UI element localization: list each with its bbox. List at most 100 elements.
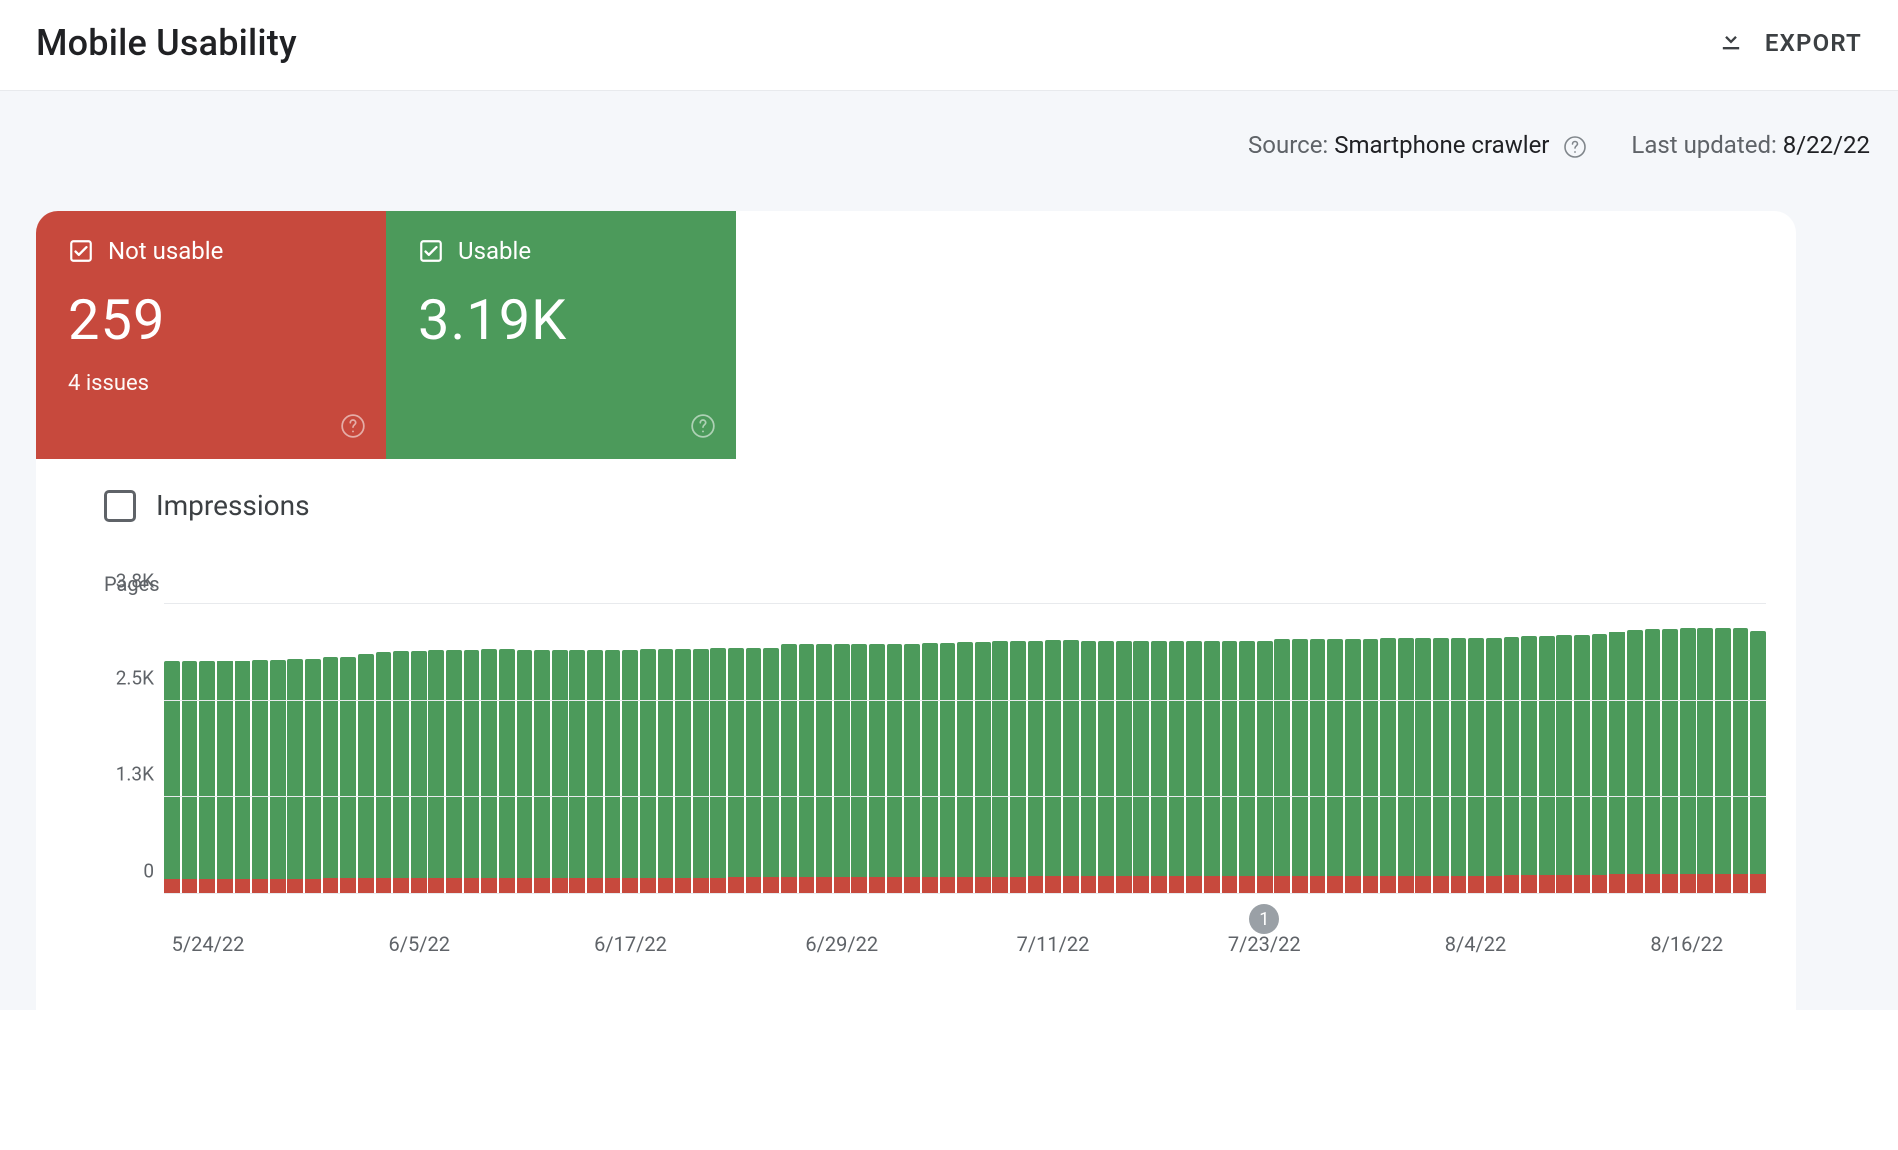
chart-bar[interactable] — [1556, 635, 1572, 894]
chart-bar[interactable] — [1116, 641, 1132, 894]
chart-bar[interactable] — [428, 650, 444, 894]
help-icon[interactable] — [340, 413, 366, 443]
chart-bar[interactable] — [799, 644, 815, 894]
chart-bar[interactable] — [1151, 641, 1167, 894]
chart-bar[interactable] — [1274, 639, 1290, 894]
chart-bar[interactable] — [587, 650, 603, 894]
chart-bar[interactable] — [887, 644, 903, 894]
tile-not-usable[interactable]: Not usable 259 4 issues — [36, 211, 386, 459]
chart-bar[interactable] — [1133, 641, 1149, 894]
chart-bar[interactable] — [1715, 628, 1731, 894]
chart-bar[interactable] — [658, 649, 674, 894]
chart-bar[interactable] — [569, 650, 585, 894]
chart-bar[interactable] — [552, 650, 568, 894]
chart-bar[interactable] — [834, 644, 850, 894]
chart-bar[interactable] — [1486, 638, 1502, 894]
chart-bar[interactable] — [305, 659, 321, 894]
chart-bar[interactable] — [340, 657, 356, 894]
chart-bar[interactable] — [1363, 639, 1379, 894]
chart-bar[interactable] — [411, 651, 427, 894]
chart-bar[interactable] — [710, 648, 726, 894]
chart-bar[interactable] — [393, 651, 409, 894]
chart-bar[interactable] — [1733, 628, 1749, 894]
chart-bar[interactable] — [940, 643, 956, 894]
chart-bar[interactable] — [1662, 629, 1678, 894]
chart-bar[interactable] — [1081, 641, 1097, 894]
chart-bar[interactable] — [1574, 635, 1590, 894]
chart-bar[interactable] — [1327, 639, 1343, 894]
chart-bar[interactable] — [481, 649, 497, 894]
chart-bar[interactable] — [781, 644, 797, 894]
chart-bar[interactable] — [975, 642, 991, 894]
chart-bar[interactable] — [1592, 634, 1608, 894]
chart-bar[interactable] — [287, 659, 303, 894]
chart-bar[interactable] — [358, 654, 374, 894]
help-icon[interactable] — [1563, 135, 1587, 159]
chart-bar[interactable] — [1680, 628, 1696, 894]
chart-bar[interactable] — [728, 648, 744, 895]
chart-bar[interactable] — [376, 652, 392, 894]
chart-bar[interactable] — [992, 641, 1008, 894]
chart-bar[interactable] — [1415, 638, 1431, 894]
chart-plot-area[interactable]: 01.3K2.5K3.8K1 — [164, 604, 1766, 894]
export-button[interactable]: EXPORT — [1717, 26, 1862, 60]
bar-segment-usable — [992, 641, 1008, 877]
chart-bar[interactable] — [1468, 638, 1484, 894]
chart-bar[interactable] — [1539, 636, 1555, 894]
chart-bar[interactable] — [763, 648, 779, 894]
chart-bar[interactable] — [182, 661, 198, 894]
chart-bar[interactable] — [199, 661, 215, 894]
chart-bar[interactable] — [499, 649, 515, 894]
chart-bar[interactable] — [1645, 629, 1661, 894]
tile-usable[interactable]: Usable 3.19K — [386, 211, 736, 459]
chart-bar[interactable] — [252, 660, 268, 894]
chart-bar[interactable] — [1697, 628, 1713, 894]
chart-bar[interactable] — [1504, 637, 1520, 894]
help-icon[interactable] — [690, 413, 716, 443]
chart-bar[interactable] — [534, 650, 550, 894]
chart-bar[interactable] — [957, 642, 973, 894]
chart-bar[interactable] — [869, 644, 885, 894]
chart-bar[interactable] — [1380, 638, 1396, 894]
chart-bar[interactable] — [1186, 641, 1202, 894]
chart-bar[interactable] — [1098, 641, 1114, 894]
chart-bar[interactable] — [1292, 639, 1308, 894]
chart-bar[interactable] — [622, 650, 638, 894]
chart-bar[interactable] — [446, 650, 462, 894]
chart-bar[interactable] — [922, 643, 938, 894]
chart-bar[interactable] — [1609, 631, 1625, 894]
chart-bar[interactable] — [605, 650, 621, 894]
chart-bar[interactable] — [851, 644, 867, 894]
chart-bar[interactable] — [1750, 631, 1766, 894]
chart-bar[interactable] — [1169, 641, 1185, 894]
chart-bar[interactable] — [1010, 641, 1026, 894]
chart-bar[interactable] — [1521, 636, 1537, 894]
chart-bar[interactable] — [235, 660, 251, 894]
chart-bar[interactable] — [1398, 638, 1414, 894]
chart-bar[interactable] — [746, 648, 762, 894]
chart-bar[interactable] — [1028, 641, 1044, 894]
chart-bar[interactable] — [693, 649, 709, 894]
chart-bar[interactable] — [904, 644, 920, 894]
chart-bar[interactable] — [323, 657, 339, 894]
chart-bar[interactable] — [464, 650, 480, 894]
chart-bar[interactable] — [675, 649, 691, 894]
chart-bar[interactable] — [1433, 638, 1449, 894]
chart-bar[interactable] — [1345, 639, 1361, 894]
chart-bar[interactable] — [270, 660, 286, 894]
chart-bar[interactable] — [1257, 641, 1273, 894]
chart-bar[interactable] — [1627, 630, 1643, 894]
chart-bar[interactable] — [517, 650, 533, 894]
chart-bar[interactable] — [1451, 638, 1467, 894]
chart-bar[interactable] — [1045, 640, 1061, 894]
chart-bar[interactable] — [816, 644, 832, 894]
chart-bar[interactable] — [1063, 640, 1079, 894]
chart-bar[interactable] — [1222, 641, 1238, 894]
chart-bar[interactable] — [1310, 639, 1326, 894]
chart-bar[interactable] — [640, 649, 656, 894]
chart-bar[interactable] — [1204, 641, 1220, 894]
chart-bar[interactable] — [1239, 641, 1255, 894]
chart-bar[interactable] — [164, 661, 180, 894]
chart-bar[interactable] — [217, 660, 233, 894]
impressions-checkbox[interactable] — [104, 490, 136, 522]
